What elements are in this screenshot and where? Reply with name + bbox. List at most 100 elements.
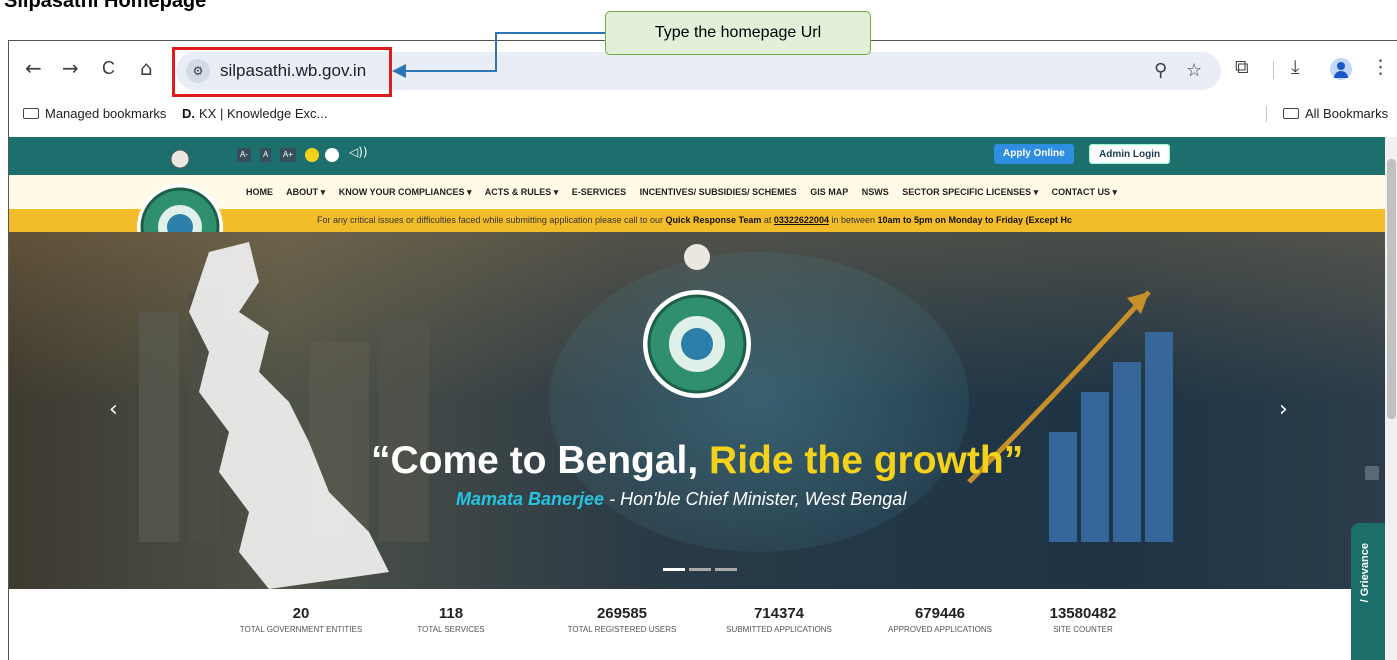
grievance-label: / Grievance bbox=[1359, 543, 1371, 603]
growth-bar bbox=[1081, 392, 1109, 542]
hero-seal-center bbox=[681, 328, 713, 360]
stats-strip: 20 TOTAL GOVERNMENT ENTITIES 118 TOTAL S… bbox=[9, 589, 1397, 660]
font-normal-button[interactable]: A bbox=[260, 148, 272, 162]
ashoka-emblem-icon bbox=[170, 149, 190, 169]
hero-quote-main: “Come to Bengal, bbox=[371, 439, 710, 482]
apply-online-button[interactable]: Apply Online bbox=[994, 144, 1074, 164]
growth-bar bbox=[1113, 362, 1141, 542]
hero-quote-highlight: Ride the growth” bbox=[709, 439, 1024, 482]
website-viewport: A- A A+ ◁)) Apply Online Admin Login HOM… bbox=[9, 137, 1397, 660]
growth-bar bbox=[1049, 432, 1077, 542]
profile-avatar[interactable] bbox=[1330, 58, 1352, 80]
growth-bar bbox=[1145, 332, 1173, 542]
stat-label: APPROVED APPLICATIONS bbox=[888, 625, 992, 634]
scrollbar-thumb[interactable] bbox=[1387, 159, 1396, 419]
menu-sector-licenses[interactable]: SECTOR SPECIFIC LICENSES ▾ bbox=[902, 187, 1038, 197]
hero-banner: “Come to Bengal, Ride the growth” Mamata… bbox=[9, 232, 1397, 589]
carousel-indicator[interactable] bbox=[715, 568, 737, 571]
bookmark-kx[interactable]: D. KX | Knowledge Exc... bbox=[182, 106, 327, 121]
stat-value: 714374 bbox=[753, 605, 805, 622]
menu-home[interactable]: HOME bbox=[246, 187, 273, 197]
ticker-hours: 10am to 5pm on Monday to Friday (Except … bbox=[877, 215, 1073, 225]
bookmarks-bar: Managed bookmarks D. KX | Knowledge Exc..… bbox=[9, 99, 1397, 129]
stat-value: 269585 bbox=[596, 605, 648, 622]
reload-button[interactable]: C bbox=[102, 58, 115, 78]
stat-approved-applications: 679446 APPROVED APPLICATIONS bbox=[875, 605, 1005, 634]
menu-nsws[interactable]: NSWS bbox=[862, 187, 889, 197]
stat-value: 679446 bbox=[914, 605, 966, 622]
callout-connector bbox=[496, 32, 606, 34]
admin-login-button[interactable]: Admin Login bbox=[1089, 144, 1171, 164]
toolbar-divider bbox=[1273, 61, 1274, 79]
back-button[interactable]: ← bbox=[25, 58, 42, 78]
factory-tower bbox=[139, 312, 179, 542]
page-scrollbar[interactable] bbox=[1385, 137, 1397, 660]
callout-box: Type the homepage Url bbox=[605, 11, 871, 55]
bookmark-kx-label: KX | Knowledge Exc... bbox=[199, 106, 328, 121]
document-title: Silpasathi Homepage bbox=[4, 0, 207, 12]
stat-registered-users: 269585 TOTAL REGISTERED USERS bbox=[557, 605, 687, 634]
yellow-contrast-button[interactable] bbox=[305, 148, 319, 162]
hero-ashoka-emblem-icon bbox=[684, 244, 710, 270]
hero-name: Mamata Banerjee bbox=[456, 489, 605, 509]
bookmarks-divider bbox=[1266, 106, 1267, 122]
stat-value: 118 bbox=[438, 605, 464, 622]
download-icon[interactable]: ⤓ bbox=[1291, 56, 1299, 78]
ticker-phone[interactable]: 03322622004 bbox=[774, 215, 829, 225]
zoom-icon[interactable]: ⚲ bbox=[1154, 60, 1167, 81]
menu-incentives[interactable]: INCENTIVES/ SUBSIDIES/ SCHEMES bbox=[640, 187, 797, 197]
callout-connector bbox=[405, 70, 497, 72]
stat-value: 13580482 bbox=[1049, 605, 1117, 622]
ticker-between: in between bbox=[828, 215, 878, 225]
hero-role: - Hon'ble Chief Minister, West Bengal bbox=[604, 489, 907, 509]
hero-artwork bbox=[139, 242, 1173, 589]
star-icon[interactable]: ☆ bbox=[1186, 60, 1202, 81]
stat-value: 20 bbox=[292, 605, 310, 622]
browser-window: ← → C ⌂ ⚙ silpasathi.wb.gov.in ⚲ ☆ ⧉ ⤓ ⋮… bbox=[8, 40, 1397, 660]
menu-gis-map[interactable]: GIS MAP bbox=[810, 187, 848, 197]
stat-submitted-applications: 714374 SUBMITTED APPLICATIONS bbox=[714, 605, 844, 634]
menu-acts-rules[interactable]: ACTS & RULES ▾ bbox=[485, 187, 559, 197]
managed-folder-icon bbox=[23, 108, 39, 119]
stat-label: TOTAL GOVERNMENT ENTITIES bbox=[239, 625, 363, 634]
more-menu-icon[interactable]: ⋮ bbox=[1371, 56, 1390, 78]
callout-arrow-icon bbox=[392, 64, 406, 78]
font-decrease-button[interactable]: A- bbox=[237, 148, 251, 162]
grievance-tab[interactable]: / Grievance bbox=[1351, 523, 1385, 660]
side-widget-icon[interactable] bbox=[1365, 466, 1379, 480]
folder-icon bbox=[1283, 108, 1299, 119]
white-contrast-button[interactable] bbox=[325, 148, 339, 162]
carousel-indicator[interactable] bbox=[689, 568, 711, 571]
carousel-next-button[interactable]: › bbox=[1279, 397, 1288, 422]
menu-contact[interactable]: CONTACT US ▾ bbox=[1052, 187, 1117, 197]
home-button[interactable]: ⌂ bbox=[140, 58, 153, 78]
factory-tank bbox=[379, 322, 429, 542]
hero-quote: “Come to Bengal, Ride the growth” bbox=[371, 439, 1023, 483]
page: Silpasathi Homepage ← → C ⌂ ⚙ silpasathi… bbox=[0, 0, 1397, 660]
bookmark-managed[interactable]: Managed bookmarks bbox=[23, 106, 166, 121]
stat-label: TOTAL REGISTERED USERS bbox=[567, 625, 677, 634]
carousel-indicator-active[interactable] bbox=[663, 568, 685, 571]
forward-button[interactable]: → bbox=[62, 58, 79, 78]
stat-government-entities: 20 TOTAL GOVERNMENT ENTITIES bbox=[231, 605, 371, 634]
extensions-icon[interactable]: ⧉ bbox=[1235, 56, 1249, 78]
bookmark-all[interactable]: All Bookmarks bbox=[1283, 106, 1388, 121]
hero-subtitle: Mamata Banerjee - Hon'ble Chief Minister… bbox=[456, 489, 906, 510]
ticker-at: at bbox=[761, 215, 774, 225]
main-menu: HOME ABOUT ▾ KNOW YOUR COMPLIANCES ▾ ACT… bbox=[246, 187, 1128, 198]
kx-favicon: D. bbox=[182, 106, 195, 121]
stat-services: 118 TOTAL SERVICES bbox=[391, 605, 511, 634]
url-highlight-box bbox=[172, 47, 392, 97]
carousel-prev-button[interactable]: ‹ bbox=[109, 397, 118, 422]
ticker-text: For any critical issues or difficulties … bbox=[317, 215, 1072, 225]
stat-label: SUBMITTED APPLICATIONS bbox=[726, 625, 832, 634]
ticker-team: Quick Response Team bbox=[665, 215, 762, 225]
font-increase-button[interactable]: A+ bbox=[280, 148, 297, 162]
speaker-icon[interactable]: ◁)) bbox=[349, 145, 368, 159]
menu-compliances[interactable]: KNOW YOUR COMPLIANCES ▾ bbox=[339, 187, 472, 197]
menu-about[interactable]: ABOUT ▾ bbox=[286, 187, 325, 197]
stat-label: TOTAL SERVICES bbox=[417, 625, 485, 634]
bookmark-all-label: All Bookmarks bbox=[1305, 106, 1389, 121]
menu-e-services[interactable]: E-SERVICES bbox=[572, 187, 626, 197]
ticker-pre: For any critical issues or difficulties … bbox=[317, 215, 666, 225]
